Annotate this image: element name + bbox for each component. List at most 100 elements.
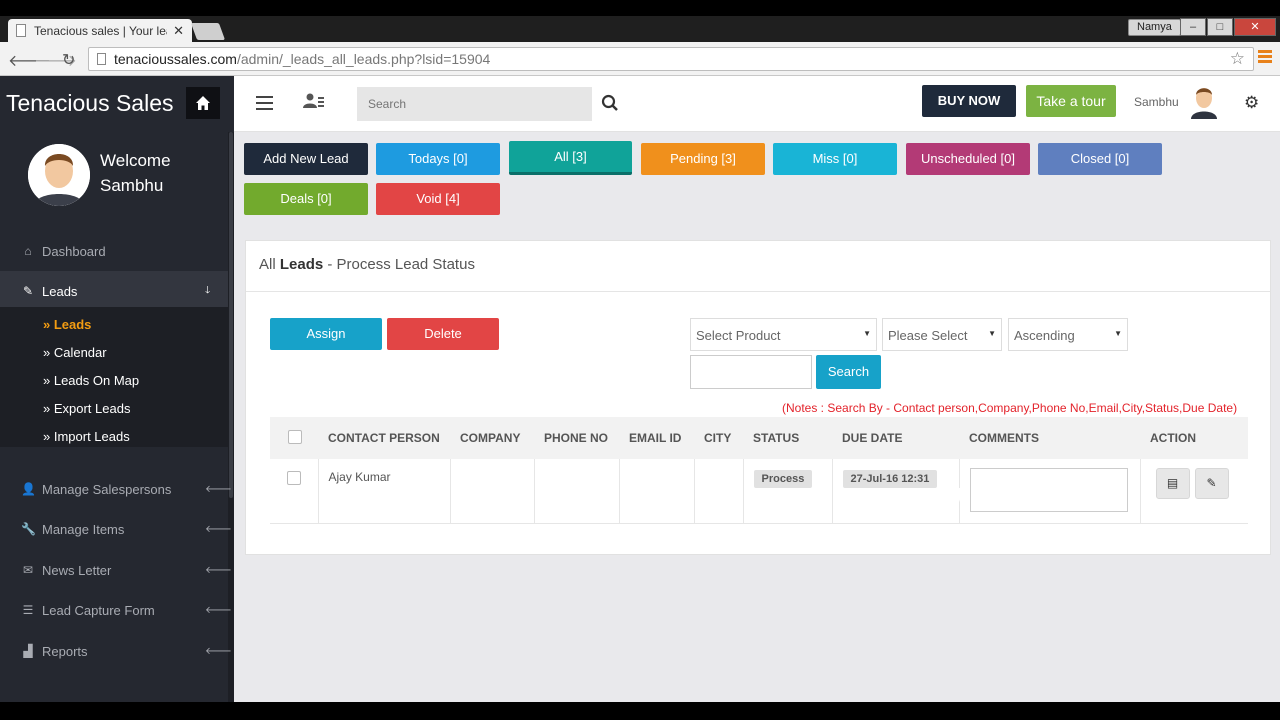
leads-submenu: » Leads » Calendar » Leads On Map » Expo… [0,307,228,447]
column-header[interactable]: COMMENTS [959,417,1140,459]
row-select-cell [270,459,319,524]
brand-name: Tenacious Sales [6,90,174,116]
order-select-value: Ascending [1014,328,1075,343]
phone-cell [534,459,620,524]
chevron-down-icon: ▼ [863,329,871,338]
sidebar-item-label: Reports [42,643,88,659]
select-all-checkbox[interactable] [288,429,302,444]
profile-chip[interactable]: Namya [1128,19,1181,36]
order-select[interactable]: Ascending ▼ [1008,318,1128,351]
sidebar-scroll-thumb[interactable] [229,132,233,498]
tab-title: Tenacious sales | Your lea [34,23,168,38]
company-cell [450,459,535,524]
bookmark-star-icon[interactable]: ☆ [1230,49,1245,69]
tab-closed[interactable]: Closed [0] [1038,143,1162,175]
menu-toggle-icon[interactable] [256,96,273,114]
home-icon [196,96,210,110]
sidebar-item-lead-capture-form[interactable]: ☰ Lead Capture Form 🡐 [0,590,232,630]
submenu-item-calendar[interactable]: » Calendar [43,345,107,360]
sidebar-item-label: News Letter [42,562,112,578]
column-header[interactable]: CITY [694,417,743,459]
buy-now-button[interactable]: BUY NOW [922,85,1016,117]
welcome-line: Welcome [100,151,171,170]
browser-window: Tenacious sales | Your lea ✕ Namya – □ ✕… [0,16,1280,702]
comment-textarea[interactable] [969,468,1128,512]
sidebar-item-dashboard[interactable]: ⌂ Dashboard [0,231,228,271]
browser-menu-icon[interactable] [1258,50,1272,65]
title-suffix: - Process Lead Status [323,256,475,273]
tab-void[interactable]: Void [4] [376,183,500,215]
column-header[interactable]: PHONE NO [534,417,619,459]
column-header[interactable]: CONTACT PERSON [318,417,450,459]
table-header-row: CONTACT PERSON COMPANY PHONE NO EMAIL ID… [270,417,1248,459]
sidebar-item-manage-items[interactable]: 🔧 Manage Items 🡐 [0,509,232,549]
submenu-item-leads-on-map[interactable]: » Leads On Map [43,373,139,388]
url-host: tenacioussales.com [114,51,237,67]
profile-avatar [28,144,90,206]
search-notes: (Notes : Search By - Contact person,Comp… [782,401,1238,415]
chevron-down-icon: ▼ [988,329,996,338]
product-select[interactable]: Select Product ▼ [690,318,877,351]
tab-pending[interactable]: Pending [3] [641,143,765,175]
sidebar-item-label: Leads [42,283,78,299]
submenu-item-import-leads[interactable]: » Import Leads [43,429,130,444]
tab-all[interactable]: All [3] [509,141,632,175]
delete-button[interactable]: Delete [387,318,499,350]
assign-button[interactable]: Assign [270,318,382,350]
due-date-badge: 27-Jul-16 12:31 [842,470,938,488]
tab-unscheduled[interactable]: Unscheduled [0] [906,143,1030,175]
user-list-icon[interactable] [303,93,325,109]
chart-icon: ▟ [23,644,33,658]
search-input[interactable] [357,87,592,121]
edit-button[interactable]: ✎ [1194,468,1229,499]
reload-icon[interactable]: ↻ [62,50,75,70]
sidebar-item-reports[interactable]: ▟ Reports 🡐 [0,631,231,671]
top-navbar: Tenacious Sales BUY NOW Take a tour Samb… [0,76,1280,132]
sidebar-item-label: Manage Salespersons [42,481,172,497]
wrench-icon: 🔧 [21,522,36,536]
arrow-down-icon: 🡓 [205,284,211,296]
tab-deals[interactable]: Deals [0] [244,183,368,215]
envelope-icon: ✉ [22,563,34,577]
user-name[interactable]: Sambhu [1134,95,1179,109]
column-header[interactable]: DUE DATE [832,417,959,459]
browser-tab[interactable]: Tenacious sales | Your lea ✕ [8,19,192,42]
search-icon[interactable] [601,94,619,112]
gear-icon[interactable]: ⚙ [1244,93,1259,113]
contact-cell: Ajay Kumar [318,459,451,524]
sidebar-item-news-letter[interactable]: ✉ News Letter 🡐 [0,550,232,590]
url-field[interactable]: tenacioussales.com/admin/_leads_all_lead… [88,47,1254,71]
column-header[interactable]: COMPANY [450,417,534,459]
avatar[interactable] [1187,83,1221,119]
home-icon: ⌂ [24,244,32,258]
view-button[interactable]: ▤ [1155,468,1190,499]
tab-miss[interactable]: Miss [0] [773,143,897,175]
keyword-input[interactable] [690,355,812,389]
home-button[interactable] [186,87,220,119]
search-button[interactable]: Search [816,355,881,389]
url-path: /admin/_leads_all_leads.php?lsid=15904 [236,51,491,67]
submenu-item-leads[interactable]: » Leads [43,317,91,332]
welcome-user: Sambhu [100,176,164,195]
add-new-lead-button[interactable]: Add New Lead [244,143,368,175]
column-header: ACTION [1140,417,1248,459]
field-select[interactable]: Please Select ▼ [882,318,1002,351]
new-tab-button[interactable] [190,23,226,40]
maximize-icon[interactable]: □ [1207,18,1233,36]
panel-title: All Leads - Process Lead Status [246,241,1270,292]
sidebar-item-leads[interactable]: ✎ Leads 🡓 [0,271,228,311]
minimize-icon[interactable]: – [1180,18,1206,36]
arrow-left-icon: 🡐 [205,605,232,616]
take-tour-button[interactable]: Take a tour [1026,85,1116,117]
pencil-icon: ✎ [1206,476,1217,490]
window-close-icon[interactable]: ✕ [1234,18,1276,36]
sidebar-item-manage-salespersons[interactable]: 👤 Manage Salespersons 🡐 [0,469,232,509]
row-checkbox[interactable] [287,471,301,485]
column-header[interactable]: EMAIL ID [619,417,694,459]
close-tab-icon[interactable]: ✕ [173,23,184,39]
list-icon: ☰ [22,603,34,617]
tab-todays[interactable]: Todays [0] [376,143,500,175]
submenu-item-export-leads[interactable]: » Export Leads [43,401,130,416]
leads-panel: All Leads - Process Lead Status Assign D… [245,240,1271,555]
column-header[interactable]: STATUS [743,417,832,459]
